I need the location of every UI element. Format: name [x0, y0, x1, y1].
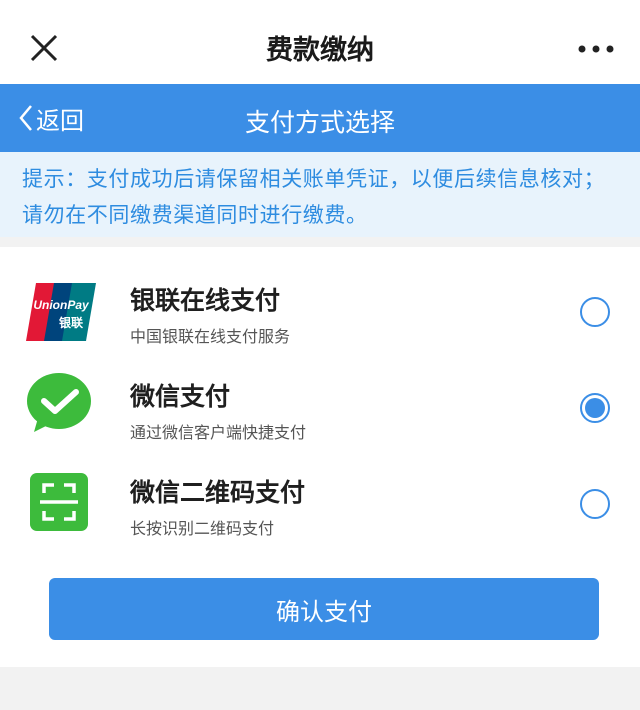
- app-title: 费款缴纳: [266, 35, 374, 66]
- radio-wechat-qr[interactable]: [580, 489, 610, 519]
- payment-option-wechat[interactable]: 微信支付 通过微信客户端快捷支付: [0, 373, 640, 468]
- radio-wechat[interactable]: [580, 393, 610, 423]
- option-subtitle: 长按识别二维码支付: [130, 519, 275, 538]
- wechat-pay-icon: [27, 373, 91, 432]
- payment-option-wechat-qr[interactable]: 微信二维码支付 长按识别二维码支付: [0, 469, 640, 564]
- option-title: 银联在线支付: [130, 286, 281, 315]
- unionpay-logo-text: UnionPay: [33, 298, 90, 312]
- unionpay-icon: UnionPay 银联: [26, 283, 96, 341]
- option-subtitle: 中国银联在线支付服务: [130, 327, 291, 346]
- more-button[interactable]: [574, 34, 618, 64]
- option-subtitle: 通过微信客户端快捷支付: [130, 423, 307, 442]
- payment-options-card: UnionPay 银联 银联在线支付 中国银联在线支付服务 微信支付 通过微信客…: [0, 247, 640, 667]
- option-title: 微信支付: [130, 382, 231, 411]
- qr-scan-icon: [30, 473, 88, 531]
- unionpay-logo-cn-text: 银联: [59, 315, 83, 330]
- radio-unionpay[interactable]: [580, 297, 610, 327]
- page-title: 支付方式选择: [244, 108, 395, 137]
- title-bar: 费款缴纳: [0, 0, 640, 84]
- more-icon: [578, 45, 614, 53]
- notice-banner: 提示：支付成功后请保留相关账单凭证，以便后续信息核对；请勿在不同缴费渠道同时进行…: [0, 152, 640, 237]
- nav-bar: 返回 支付方式选择: [0, 84, 640, 152]
- option-title: 微信二维码支付: [130, 478, 306, 507]
- confirm-pay-button[interactable]: 确认支付: [49, 578, 599, 640]
- notice-text: 提示：支付成功后请保留相关账单凭证，以便后续信息核对；请勿在不同缴费渠道同时进行…: [22, 167, 606, 227]
- payment-option-unionpay[interactable]: UnionPay 银联 银联在线支付 中国银联在线支付服务: [0, 277, 640, 372]
